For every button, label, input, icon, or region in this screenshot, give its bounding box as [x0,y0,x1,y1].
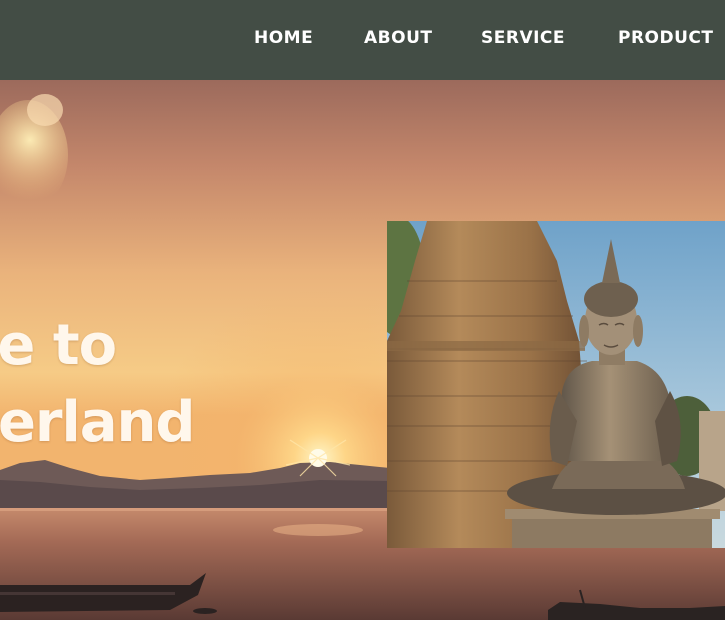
buddha-statue-image [387,221,725,548]
buddha-temple-photo [387,221,725,548]
hero-headline-line-1: me to [0,313,117,378]
nav-item-home[interactable]: HOME [254,28,313,48]
nav-item-product[interactable]: PRODUCT [618,28,714,48]
hero-section: me to nderland [0,80,725,620]
nav-item-service[interactable]: SERVICE [481,28,565,48]
hero-headline-line-2: nderland [0,390,195,455]
top-nav-bar: HOME ABOUT SERVICE PRODUCT [0,0,725,80]
nav-item-about[interactable]: ABOUT [364,28,432,48]
